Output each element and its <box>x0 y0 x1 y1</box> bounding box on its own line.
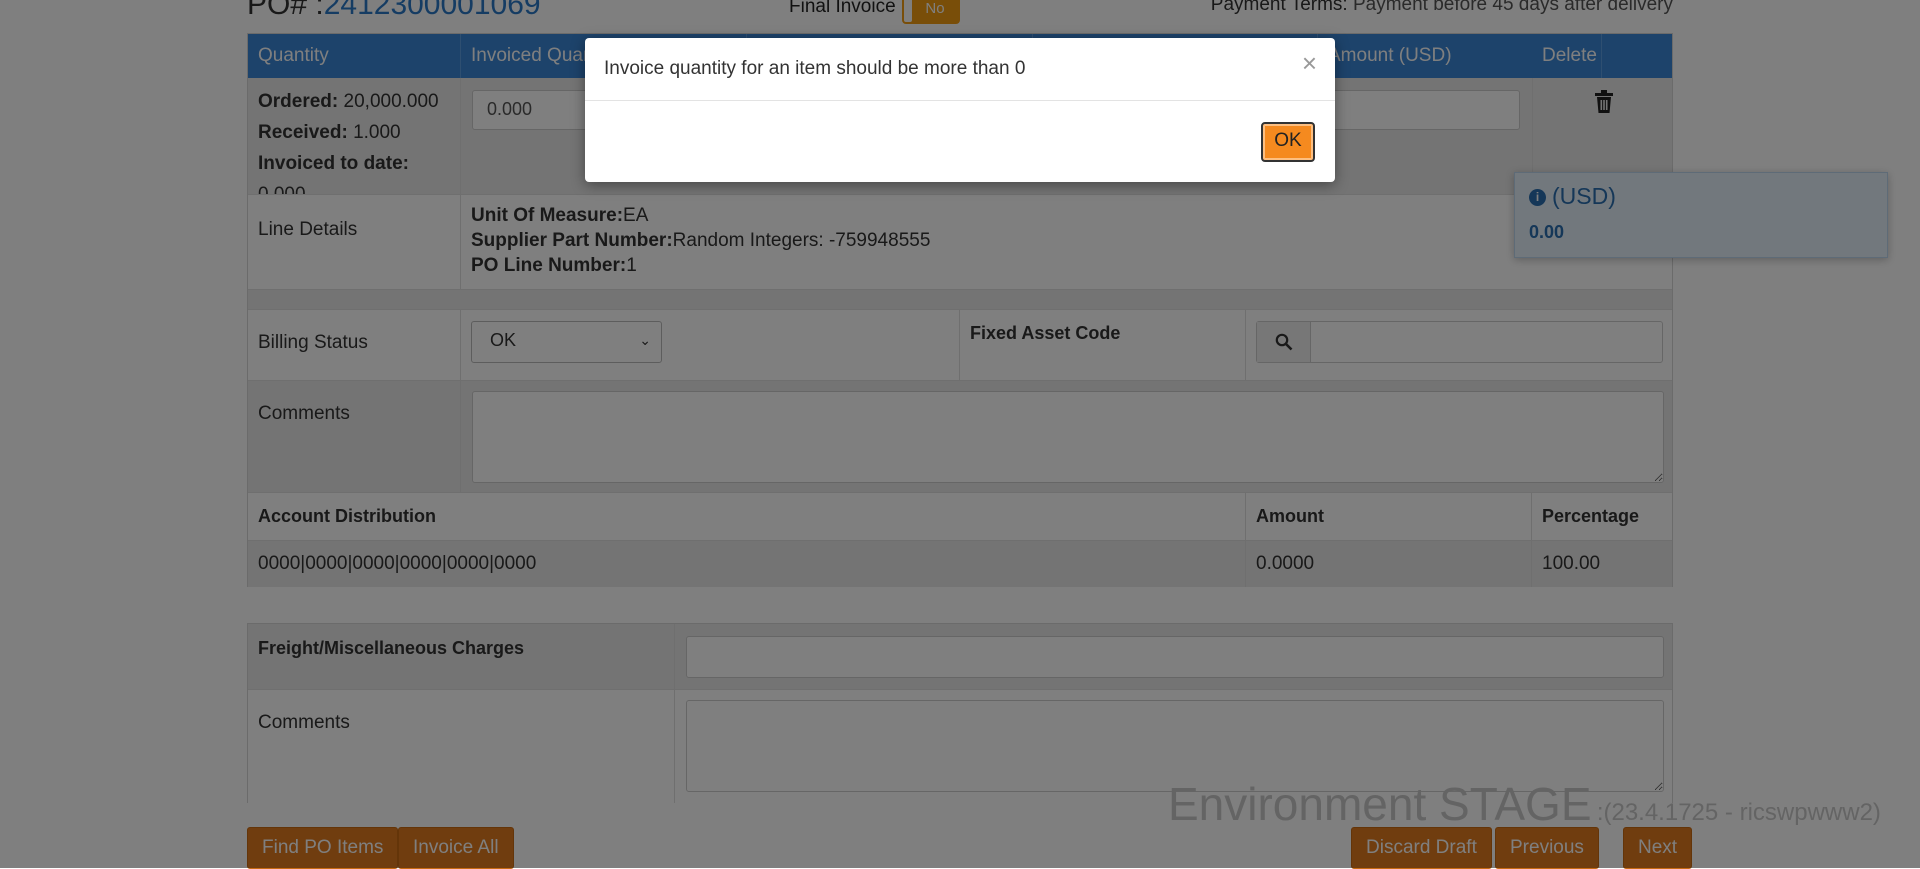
invoice-page: PO# :2412300001069 Final Invoice : No Pa… <box>0 0 1920 869</box>
ok-button[interactable]: OK <box>1261 122 1315 162</box>
modal-header: Invoice quantity for an item should be m… <box>585 38 1335 101</box>
close-icon[interactable]: × <box>1302 48 1317 79</box>
modal-message: Invoice quantity for an item should be m… <box>604 58 1026 79</box>
validation-modal: Invoice quantity for an item should be m… <box>585 38 1335 182</box>
